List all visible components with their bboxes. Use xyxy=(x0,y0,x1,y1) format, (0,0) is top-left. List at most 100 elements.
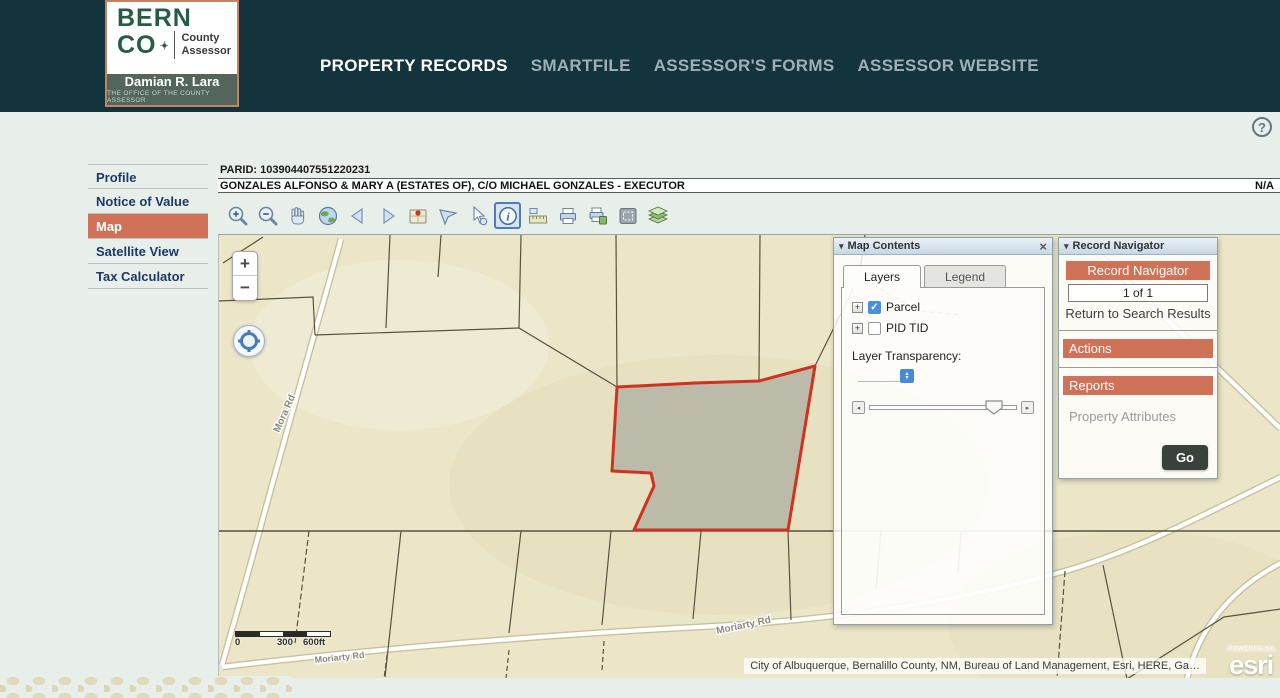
map-contents-title: Map Contents xyxy=(848,240,921,252)
tool-export[interactable] xyxy=(584,202,611,229)
tool-select[interactable] xyxy=(434,202,461,229)
top-header: BERN CO County Assessor xyxy=(0,0,1280,112)
sidebar: Profile Notice of Value Map Satellite Vi… xyxy=(88,164,208,289)
map-contents-header[interactable]: ▾ Map Contents × xyxy=(834,238,1052,255)
reports-section-banner[interactable]: Reports xyxy=(1063,376,1213,395)
zia-symbol-icon xyxy=(160,37,169,54)
record-position-field[interactable]: 1 of 1 xyxy=(1068,284,1208,302)
slider-right-arrow[interactable]: ▸ xyxy=(1021,401,1034,414)
nav-assessor-website[interactable]: ASSESSOR WEBSITE xyxy=(857,56,1038,76)
logo-co-text: CO xyxy=(117,32,157,58)
tool-full-extent[interactable] xyxy=(314,202,341,229)
identify-info-icon: i xyxy=(497,205,519,227)
tool-zoom-out[interactable] xyxy=(254,202,281,229)
logo-assessor-text: Assessor xyxy=(181,45,231,58)
zoom-in-icon xyxy=(227,205,249,227)
tool-pointer[interactable] xyxy=(464,202,491,229)
collapse-caret-icon: ▾ xyxy=(1064,241,1069,252)
pointer-circle-icon xyxy=(467,205,489,227)
help-icon[interactable]: ? xyxy=(1252,117,1272,137)
layer-label-pid-tid: PID TID xyxy=(886,321,928,335)
parid-text: PARID: 103904407551220231 xyxy=(218,164,1280,178)
record-navigator-header[interactable]: ▾ Record Navigator xyxy=(1059,238,1217,255)
divider xyxy=(1059,330,1217,331)
scalebar-label-600ft: 600ft xyxy=(303,637,325,648)
slider-track[interactable] xyxy=(869,405,1017,410)
record-header: PARID: 103904407551220231 GONZALES ALFON… xyxy=(218,164,1280,193)
tab-legend[interactable]: Legend xyxy=(924,265,1006,288)
sidebar-item-satellite-view[interactable]: Satellite View xyxy=(88,239,208,264)
spinner-underline xyxy=(858,381,900,382)
return-to-search-results-link[interactable]: Return to Search Results xyxy=(1059,306,1217,321)
assessor-tagline: THE OFFICE OF THE COUNTY ASSESSOR xyxy=(107,90,237,104)
tool-print[interactable] xyxy=(554,202,581,229)
nav-property-records[interactable]: PROPERTY RECORDS xyxy=(320,56,508,76)
logo-strip: Damian R. Lara THE OFFICE OF THE COUNTY … xyxy=(107,74,237,105)
map-zoom-out-button[interactable]: − xyxy=(233,276,257,300)
layers-tab-content: + ✓ Parcel + PID TID Layer Transparency:… xyxy=(841,287,1045,615)
slider-thumb[interactable] xyxy=(985,400,1003,420)
scalebar-label-300: 300 xyxy=(277,637,293,648)
go-button[interactable]: Go xyxy=(1162,445,1208,470)
tool-next-extent[interactable] xyxy=(374,202,401,229)
expand-plus-icon[interactable]: + xyxy=(852,302,863,313)
main-nav: PROPERTY RECORDS SMARTFILE ASSESSOR'S FO… xyxy=(320,56,1039,76)
map-contents-tabs: Layers Legend xyxy=(843,265,1045,288)
close-icon[interactable]: × xyxy=(1039,240,1047,253)
logo-top: BERN CO County Assessor xyxy=(107,2,237,74)
slider-left-arrow[interactable]: ◂ xyxy=(852,401,865,414)
scalebar: 0 300 600ft xyxy=(235,631,335,648)
sidebar-item-notice-of-value[interactable]: Notice of Value xyxy=(88,189,208,214)
globe-icon xyxy=(317,205,339,227)
footer-decorative-pattern xyxy=(0,676,292,698)
tool-pan[interactable] xyxy=(284,202,311,229)
record-navigator-banner: Record Navigator xyxy=(1066,261,1210,280)
tool-zoom-in[interactable] xyxy=(224,202,251,229)
sidebar-item-tax-calculator[interactable]: Tax Calculator xyxy=(88,264,208,289)
expand-plus-icon[interactable]: + xyxy=(852,323,863,334)
measure-ruler-icon xyxy=(527,205,549,227)
logo-divider xyxy=(174,31,175,59)
tab-layers[interactable]: Layers xyxy=(843,265,921,288)
capture-extent-icon xyxy=(617,205,639,227)
sidebar-item-profile[interactable]: Profile xyxy=(88,164,208,189)
transparency-spinner[interactable]: ▴▾ xyxy=(900,369,914,383)
overview-map-icon xyxy=(407,205,429,227)
print-icon xyxy=(557,205,579,227)
property-attributes-item[interactable]: Property Attributes xyxy=(1069,409,1217,424)
layer-row-parcel: + ✓ Parcel xyxy=(852,300,1034,314)
crosshair-icon xyxy=(237,329,261,353)
parcel-checkbox[interactable]: ✓ xyxy=(868,301,881,314)
transparency-spinner-row: ▴▾ xyxy=(858,369,1034,383)
tool-previous-extent[interactable] xyxy=(344,202,371,229)
tool-layers[interactable] xyxy=(644,202,671,229)
record-navigator-panel: ▾ Record Navigator Record Navigator 1 of… xyxy=(1058,237,1218,479)
export-print-icon xyxy=(587,205,609,227)
map-zoom-in-button[interactable]: + xyxy=(233,252,257,276)
logo-county-text: County xyxy=(181,32,231,45)
map-contents-panel: ▾ Map Contents × Layers Legend + ✓ Parce… xyxy=(833,237,1053,625)
tool-capture-extent[interactable] xyxy=(614,202,641,229)
bernco-logo[interactable]: BERN CO County Assessor xyxy=(105,0,239,107)
locate-button[interactable] xyxy=(233,325,265,357)
forward-arrow-icon xyxy=(377,205,399,227)
logo-bern-text: BERN xyxy=(117,6,231,31)
pid-tid-checkbox[interactable] xyxy=(868,322,881,335)
tool-overview-map[interactable] xyxy=(404,202,431,229)
nav-assessors-forms[interactable]: ASSESSOR'S FORMS xyxy=(654,56,835,76)
esri-brand: esri xyxy=(1226,652,1276,678)
select-dart-icon xyxy=(437,205,459,227)
esri-logo: POWERED BY esri xyxy=(1226,646,1276,678)
owner-text: GONZALES ALFONSO & MARY A (ESTATES OF), … xyxy=(220,180,685,192)
map-zoom-control: + − xyxy=(232,251,258,301)
transparency-slider: ◂ ▸ xyxy=(852,401,1034,414)
nav-smartfile[interactable]: SMARTFILE xyxy=(531,56,631,76)
tool-measure[interactable] xyxy=(524,202,551,229)
tool-identify[interactable]: i xyxy=(494,202,521,229)
scalebar-label-0: 0 xyxy=(235,637,240,648)
sidebar-item-map[interactable]: Map xyxy=(88,214,208,239)
actions-section-banner[interactable]: Actions xyxy=(1063,339,1213,358)
back-arrow-icon xyxy=(347,205,369,227)
map-canvas[interactable]: Mora Rd Moriarty Rd Moriarty Rd + − 0 3 xyxy=(218,234,1280,678)
map-attribution: City of Albuquerque, Bernalillo County, … xyxy=(744,658,1206,674)
